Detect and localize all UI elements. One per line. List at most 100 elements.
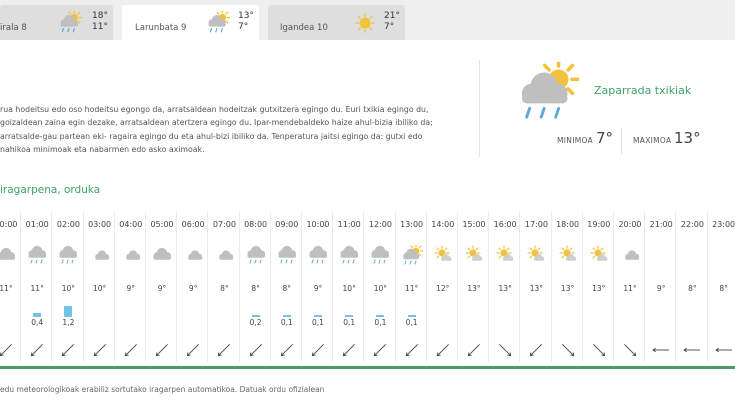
sun-cloud-icon bbox=[432, 245, 454, 265]
hour-time: 11:00 bbox=[337, 220, 361, 229]
cloud-moon-icon bbox=[89, 245, 111, 265]
sun-cloud-icon bbox=[557, 245, 579, 265]
tab-day-2[interactable]: Larunbata 9 13° 7° bbox=[122, 5, 259, 40]
hour-time: 22:00 bbox=[680, 220, 704, 229]
hour-time: 07:00 bbox=[212, 220, 236, 229]
wind-direction-arrow-icon bbox=[495, 341, 515, 359]
hour-time: 10:00 bbox=[306, 220, 330, 229]
hour-time: 17:00 bbox=[524, 220, 548, 229]
hourly-forecast-strip: 00:00 11° 01:00 11° 0,4 02:00 10° 1,2 03:0… bbox=[0, 212, 735, 364]
hourly-forecast-title: iragarpena, orduka bbox=[0, 184, 101, 196]
hour-column: 00:00 11° bbox=[0, 212, 22, 362]
hour-time: 03:00 bbox=[88, 220, 112, 229]
condition-text: Zaparrada txikiak bbox=[594, 84, 692, 97]
forecast-description: rua hodeitsu edo oso hodeitsu egongo da,… bbox=[0, 105, 433, 154]
hour-time: 04:00 bbox=[119, 220, 143, 229]
hour-temperature: 9° bbox=[313, 284, 323, 293]
min-temp-label: MINIMOA bbox=[557, 136, 593, 145]
divider bbox=[479, 60, 480, 157]
hour-temperature: 8° bbox=[719, 284, 728, 293]
hour-column: 03:00 10° bbox=[82, 212, 116, 362]
wind-direction-arrow-icon bbox=[214, 341, 234, 359]
wind-direction-arrow-icon bbox=[0, 341, 16, 359]
hour-time: 23:00 bbox=[712, 220, 735, 229]
cloud-rain-icon bbox=[338, 245, 360, 265]
hour-temperature: 8° bbox=[688, 284, 697, 293]
wind-direction-arrow-icon bbox=[402, 341, 422, 359]
hour-time: 12:00 bbox=[368, 220, 392, 229]
hour-temperature: 10° bbox=[61, 284, 76, 293]
wind-direction-arrow-icon bbox=[589, 341, 609, 359]
hour-column: 01:00 11° 0,4 bbox=[20, 212, 53, 362]
hour-column: 18:00 13° bbox=[550, 212, 584, 362]
tab-day-1[interactable]: irala 8 18° 11° bbox=[0, 5, 113, 40]
cloud-rain-sun-icon bbox=[515, 57, 581, 120]
precipitation-bar bbox=[376, 315, 385, 317]
hour-precipitation: 0,4 bbox=[31, 318, 44, 327]
hour-time: 15:00 bbox=[462, 220, 486, 229]
precipitation-bar bbox=[314, 315, 322, 317]
hour-column: 10:00 9° 0,1 bbox=[301, 212, 334, 362]
wind-direction-arrow-icon bbox=[277, 341, 297, 359]
wind-direction-arrow-icon bbox=[308, 341, 328, 359]
hour-temperature: 11° bbox=[623, 284, 637, 293]
cloud-rain-icon bbox=[369, 245, 391, 265]
precipitation-bar bbox=[407, 315, 416, 317]
hour-temperature: 9° bbox=[188, 284, 198, 293]
hour-precipitation: 0,2 bbox=[249, 318, 262, 327]
wind-direction-arrow-icon bbox=[246, 341, 266, 359]
hour-column: 17:00 13° bbox=[519, 212, 552, 362]
tab-low-temp: 7° bbox=[384, 22, 395, 32]
cloud-rain-sun-icon bbox=[401, 243, 423, 265]
wind-direction-arrow-icon bbox=[714, 341, 734, 359]
cloud-rain-icon bbox=[245, 245, 267, 265]
hour-time: 19:00 bbox=[587, 220, 611, 229]
hour-column: 02:00 10° 1,2 bbox=[51, 212, 84, 362]
hour-temperature: 11° bbox=[404, 284, 419, 293]
moon-icon bbox=[681, 245, 703, 265]
hour-precipitation: 0,1 bbox=[280, 318, 293, 327]
wind-direction-arrow-icon bbox=[183, 341, 203, 359]
wind-direction-arrow-icon bbox=[121, 341, 141, 359]
wind-direction-arrow-icon bbox=[370, 341, 390, 359]
max-temp-value: 13° bbox=[674, 129, 701, 147]
hour-precipitation: 1,2 bbox=[62, 318, 75, 327]
tab-label: irala 8 bbox=[0, 23, 27, 33]
tab-low-temp: 11° bbox=[92, 22, 108, 32]
hour-time: 16:00 bbox=[493, 220, 517, 229]
hour-column: 21:00 9° bbox=[644, 212, 677, 362]
hour-column: 09:00 8° 0,1 bbox=[269, 212, 303, 362]
cloud-moon-icon bbox=[120, 245, 142, 265]
moon-icon bbox=[713, 245, 735, 265]
hour-time: 06:00 bbox=[181, 220, 205, 229]
tab-low-temp: 7° bbox=[238, 22, 249, 32]
hour-time: 01:00 bbox=[25, 220, 49, 229]
tab-day-3[interactable]: Igandea 10 21° 7° bbox=[268, 5, 405, 40]
hour-precipitation: 0,1 bbox=[405, 318, 418, 327]
hour-column: 15:00 13° bbox=[457, 212, 490, 362]
hour-temperature: 9° bbox=[656, 284, 666, 293]
wind-direction-arrow-icon bbox=[58, 341, 78, 359]
wind-direction-arrow-icon bbox=[651, 341, 671, 359]
cloud-moon-icon bbox=[182, 245, 204, 265]
cloud-rain-icon bbox=[276, 245, 298, 265]
hour-precipitation: 0,1 bbox=[374, 318, 387, 327]
precipitation-bar bbox=[251, 315, 260, 317]
tab-high-temp: 18° bbox=[92, 11, 108, 21]
wind-direction-arrow-icon bbox=[27, 341, 47, 359]
tab-high-temp: 13° bbox=[238, 11, 254, 21]
hour-temperature: 11° bbox=[0, 284, 13, 293]
hour-temperature: 13° bbox=[560, 284, 575, 293]
hour-temperature: 9° bbox=[157, 284, 167, 293]
min-temp-value: 7° bbox=[596, 129, 614, 147]
hour-column: 05:00 9° bbox=[145, 212, 178, 362]
hour-column: 23:00 8° bbox=[706, 212, 735, 362]
wind-direction-arrow-icon bbox=[682, 341, 702, 359]
hour-column: 16:00 13° bbox=[488, 212, 521, 362]
hour-precipitation: 0,1 bbox=[343, 318, 356, 327]
max-temp-label: MAXIMOA bbox=[633, 136, 672, 145]
hour-time: 08:00 bbox=[244, 220, 268, 229]
sun-cloud-icon bbox=[494, 245, 516, 265]
hour-temperature: 13° bbox=[498, 284, 512, 293]
divider-line bbox=[0, 366, 735, 369]
